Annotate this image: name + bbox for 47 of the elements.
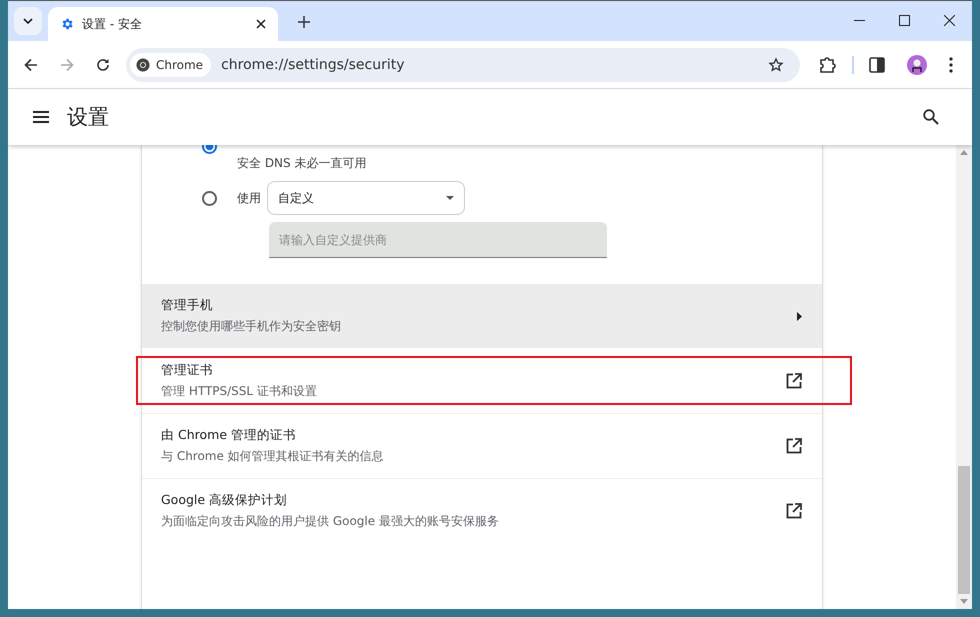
- external-link-icon: [786, 438, 802, 454]
- site-chip[interactable]: Chrome: [130, 52, 212, 76]
- row-subtitle: 控制您使用哪些手机作为安全密钥: [161, 318, 342, 335]
- radio-button[interactable]: [202, 191, 217, 206]
- close-icon[interactable]: [944, 15, 955, 26]
- row-title: 由 Chrome 管理的证书: [161, 427, 297, 444]
- browser-tab[interactable]: 设置 - 安全: [48, 7, 278, 41]
- row-subtitle: 为面临定向攻击风险的用户提供 Google 最强大的账号安保服务: [161, 513, 500, 530]
- back-icon[interactable]: [24, 58, 38, 72]
- reload-icon[interactable]: [96, 58, 110, 72]
- star-icon[interactable]: [768, 56, 784, 72]
- close-icon[interactable]: [256, 19, 266, 29]
- search-icon[interactable]: [923, 109, 939, 125]
- scrollbar-thumb[interactable]: [958, 466, 970, 594]
- row-title: Google 高级保护计划: [161, 492, 288, 509]
- row-subtitle: 与 Chrome 如何管理其根证书有关的信息: [161, 448, 385, 465]
- provider-dropdown[interactable]: 自定义: [267, 181, 465, 215]
- highlighted-settings-row[interactable]: 管理证书 管理 HTTPS/SSL 证书和设置: [136, 356, 852, 405]
- caret-icon: [446, 196, 454, 200]
- caret-icon: [23, 18, 33, 24]
- settings-row[interactable]: 由 Chrome 管理的证书 与 Chrome 如何管理其根证书有关的信息: [142, 413, 822, 478]
- triangle-right-icon: [797, 312, 802, 320]
- option-label: 使用: [237, 190, 261, 206]
- external-link-icon: [786, 373, 802, 389]
- settings-row[interactable]: 管理手机 控制您使用哪些手机作为安全密钥: [142, 284, 822, 348]
- more-icon[interactable]: [949, 56, 953, 72]
- tab-title: 设置 - 安全: [82, 16, 143, 32]
- settings-icon: [60, 17, 74, 31]
- option-description: 安全 DNS 未必一直可用: [237, 155, 366, 172]
- side-panel-icon[interactable]: [869, 56, 885, 72]
- custom-provider-field[interactable]: 请输入自定义提供商: [269, 222, 607, 258]
- puzzle-icon[interactable]: [819, 56, 837, 74]
- tab-search-button[interactable]: [14, 7, 42, 35]
- new-tab-icon[interactable]: [298, 16, 310, 28]
- external-link-icon: [786, 503, 802, 519]
- menu-icon[interactable]: [33, 111, 49, 123]
- row-subtitle: 管理 HTTPS/SSL 证书和设置: [161, 383, 318, 400]
- row-title: 管理证书: [161, 362, 214, 379]
- url-text: chrome://settings/security: [221, 56, 406, 72]
- address-bar[interactable]: Chrome chrome://settings/security: [126, 48, 800, 82]
- avatar-icon[interactable]: [907, 54, 927, 74]
- row-title: 管理手机: [161, 297, 214, 314]
- chrome-icon: [136, 58, 150, 72]
- page-title: 设置: [67, 104, 109, 131]
- scrollbar[interactable]: [956, 145, 972, 609]
- maximize-icon[interactable]: [899, 15, 910, 26]
- settings-row[interactable]: Google 高级保护计划 为面临定向攻击风险的用户提供 Google 最强大的账号安保服务: [142, 478, 822, 543]
